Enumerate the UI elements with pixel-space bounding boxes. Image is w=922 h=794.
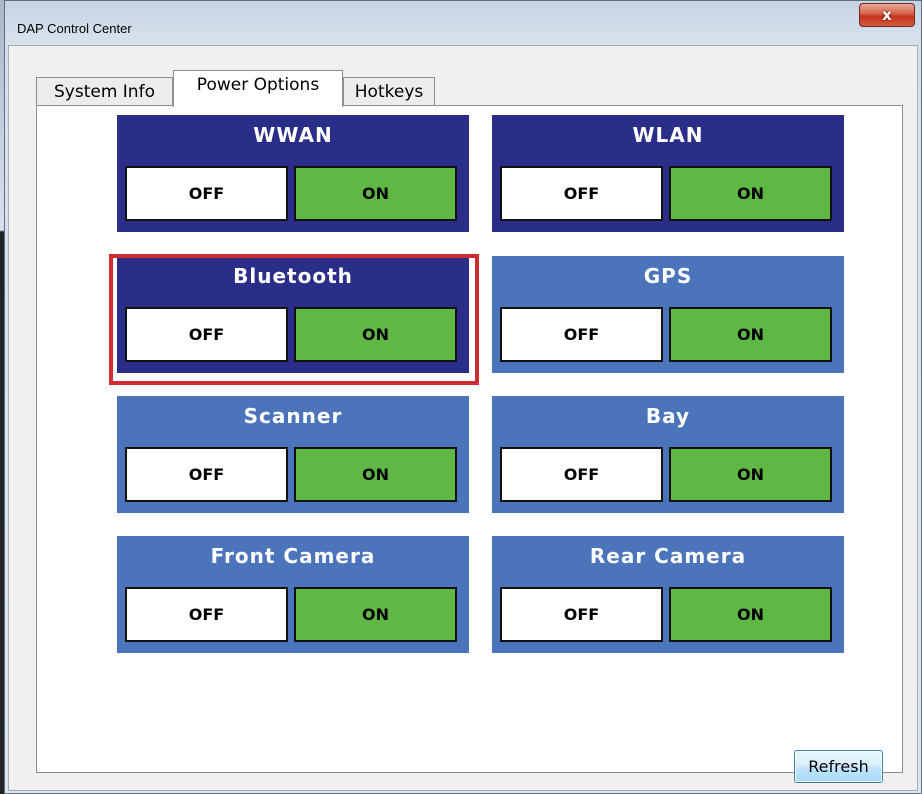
device-label: GPS	[643, 264, 693, 288]
device-card-wlan: WLAN OFF ON	[492, 115, 844, 232]
device-label: Bay	[645, 404, 691, 428]
device-card-front-camera: Front Camera OFF ON	[117, 536, 469, 653]
device-label: Scanner	[243, 404, 343, 428]
bay-off-button[interactable]: OFF	[500, 447, 663, 502]
window-title: DAP Control Center	[17, 21, 132, 36]
close-icon: x	[882, 6, 892, 24]
wwan-on-button[interactable]: ON	[294, 166, 457, 221]
device-label: WLAN	[632, 123, 704, 147]
dap-control-center-window: DAP Control Center x System Info Power O…	[4, 0, 922, 794]
device-card-bay: Bay OFF ON	[492, 396, 844, 513]
device-label: Front Camera	[210, 544, 376, 568]
scanner-on-button[interactable]: ON	[294, 447, 457, 502]
tab-power-options[interactable]: Power Options	[173, 70, 343, 107]
rear-camera-off-button[interactable]: OFF	[500, 587, 663, 642]
wlan-off-button[interactable]: OFF	[500, 166, 663, 221]
gps-off-button[interactable]: OFF	[500, 307, 663, 362]
device-card-gps: GPS OFF ON	[492, 256, 844, 373]
rear-camera-on-button[interactable]: ON	[669, 587, 832, 642]
title-bar[interactable]: DAP Control Center x	[5, 1, 921, 45]
device-card-scanner: Scanner OFF ON	[117, 396, 469, 513]
refresh-button[interactable]: Refresh	[794, 750, 883, 783]
bluetooth-highlight-box	[109, 254, 479, 385]
tab-system-info[interactable]: System Info	[36, 77, 173, 106]
bay-on-button[interactable]: ON	[669, 447, 832, 502]
tab-hotkeys[interactable]: Hotkeys	[343, 77, 435, 106]
wlan-on-button[interactable]: ON	[669, 166, 832, 221]
device-label: Rear Camera	[589, 544, 747, 568]
scanner-off-button[interactable]: OFF	[125, 447, 288, 502]
window-client-area: System Info Power Options Hotkeys WWAN O…	[8, 45, 918, 791]
front-camera-on-button[interactable]: ON	[294, 587, 457, 642]
close-button[interactable]: x	[859, 3, 915, 27]
wwan-off-button[interactable]: OFF	[125, 166, 288, 221]
device-card-rear-camera: Rear Camera OFF ON	[492, 536, 844, 653]
power-options-panel: WWAN OFF ON WLAN OFF ON Bluetooth OFF ON…	[36, 105, 903, 773]
front-camera-off-button[interactable]: OFF	[125, 587, 288, 642]
gps-on-button[interactable]: ON	[669, 307, 832, 362]
device-card-wwan: WWAN OFF ON	[117, 115, 469, 232]
device-label: WWAN	[253, 123, 333, 147]
